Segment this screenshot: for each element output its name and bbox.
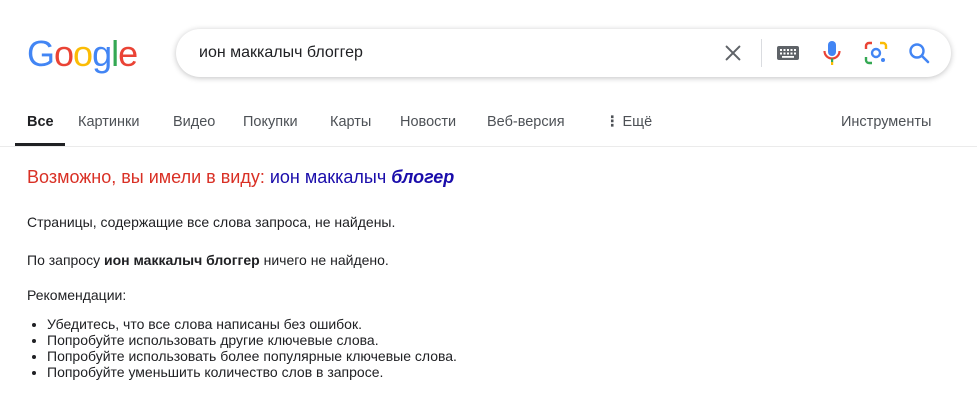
list-item: Попробуйте уменьшить количество слов в з… xyxy=(47,364,457,380)
search-box[interactable]: ион маккалыч блоггер xyxy=(176,29,951,77)
spelling-suggestion: Возможно, вы имели в виду: ион маккалыч … xyxy=(27,163,454,191)
no-results-message: По запросу ион маккалыч блоггер ничего н… xyxy=(27,250,389,270)
tab-shopping[interactable]: Покупки xyxy=(243,112,298,132)
clear-icon[interactable] xyxy=(722,42,744,64)
suggestion-text: ион маккалыч xyxy=(269,167,387,187)
no-results-suffix: ничего не найдено. xyxy=(263,252,389,268)
logo-letter: G xyxy=(27,33,55,74)
search-input[interactable]: ион маккалыч блоггер xyxy=(199,29,363,77)
tab-all[interactable]: Все xyxy=(27,112,54,132)
tools-button[interactable]: Инструменты xyxy=(841,112,931,132)
tab-more-label: Ещё xyxy=(622,114,653,130)
tab-videos[interactable]: Видео xyxy=(173,112,215,132)
active-tab-indicator xyxy=(15,143,65,146)
suggestion-correction: блогер xyxy=(391,167,455,187)
recommendations-title: Рекомендации: xyxy=(27,287,127,303)
no-results-query: ион маккалыч блоггер xyxy=(104,252,260,268)
search-tabs: Все Картинки Видео Покупки Карты Новости… xyxy=(0,100,977,147)
no-results-prefix: По запросу xyxy=(27,252,101,268)
tab-more[interactable]: ⋮ Ещё xyxy=(605,112,652,132)
lens-icon[interactable] xyxy=(864,41,888,65)
divider xyxy=(761,39,762,67)
tab-images[interactable]: Картинки xyxy=(78,112,139,132)
logo-letter: o xyxy=(73,33,93,74)
more-vert-icon: ⋮ xyxy=(605,114,620,130)
microphone-icon[interactable] xyxy=(821,40,843,66)
search-icon[interactable] xyxy=(907,41,931,65)
tab-web[interactable]: Веб-версия xyxy=(487,112,565,132)
logo-letter: o xyxy=(54,33,74,74)
list-item: Попробуйте использовать другие ключевые … xyxy=(47,332,457,348)
header: Google ион маккалыч блоггер xyxy=(0,0,977,100)
keyboard-icon[interactable] xyxy=(776,43,800,63)
spelling-prefix: Возможно, вы имели в виду: xyxy=(27,167,265,187)
tab-maps[interactable]: Карты xyxy=(330,112,371,132)
logo-letter: g xyxy=(92,33,112,74)
no-pages-message: Страницы, содержащие все слова запроса, … xyxy=(27,214,396,230)
logo-letter: l xyxy=(111,33,119,74)
list-item: Убедитесь, что все слова написаны без ош… xyxy=(47,316,457,332)
recommendations-list: Убедитесь, что все слова написаны без ош… xyxy=(27,316,457,380)
logo-letter: e xyxy=(118,33,138,74)
tab-news[interactable]: Новости xyxy=(400,112,456,132)
list-item: Попробуйте использовать более популярные… xyxy=(47,348,457,364)
google-logo[interactable]: Google xyxy=(27,33,138,74)
spelling-suggestion-link[interactable]: ион маккалыч блогер xyxy=(270,167,454,187)
